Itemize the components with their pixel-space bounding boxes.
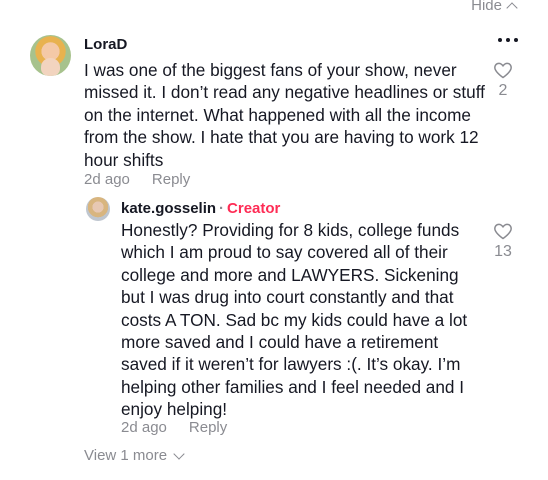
reply-author-line: kate.gosselin · Creator — [121, 200, 280, 217]
reply-like-button[interactable]: 13 — [487, 221, 519, 261]
hide-replies-button[interactable]: Hide — [471, 0, 518, 14]
heart-icon — [494, 62, 512, 79]
more-icon[interactable] — [498, 38, 518, 42]
separator-dot: · — [219, 200, 225, 217]
comment-text: I was one of the biggest fans of your sh… — [84, 60, 485, 170]
reply-meta: 2d ago Reply — [121, 419, 227, 436]
chevron-down-icon — [173, 447, 185, 460]
avatar[interactable] — [86, 197, 110, 221]
comment-like-count: 2 — [498, 82, 508, 99]
reply-text: Honestly? Providing for 8 kids, college … — [121, 220, 468, 420]
reply-time: 2d ago — [121, 419, 167, 436]
reply-button[interactable]: Reply — [152, 171, 190, 188]
comment-author[interactable]: LoraD — [84, 36, 127, 53]
comment-like-button[interactable]: 2 — [487, 60, 519, 100]
view-more-label: View 1 more — [84, 447, 168, 464]
hide-label: Hide — [471, 0, 502, 14]
reply-like-count: 13 — [494, 243, 512, 260]
reply-button[interactable]: Reply — [189, 419, 227, 436]
creator-badge: Creator — [227, 200, 281, 217]
reply-author[interactable]: kate.gosselin — [121, 200, 216, 217]
chevron-up-icon — [506, 1, 518, 14]
view-more-button[interactable]: View 1 more — [84, 447, 185, 464]
heart-icon — [494, 223, 512, 240]
avatar[interactable] — [30, 35, 71, 76]
comment-time: 2d ago — [84, 171, 130, 188]
comment-meta: 2d ago Reply — [84, 171, 190, 188]
